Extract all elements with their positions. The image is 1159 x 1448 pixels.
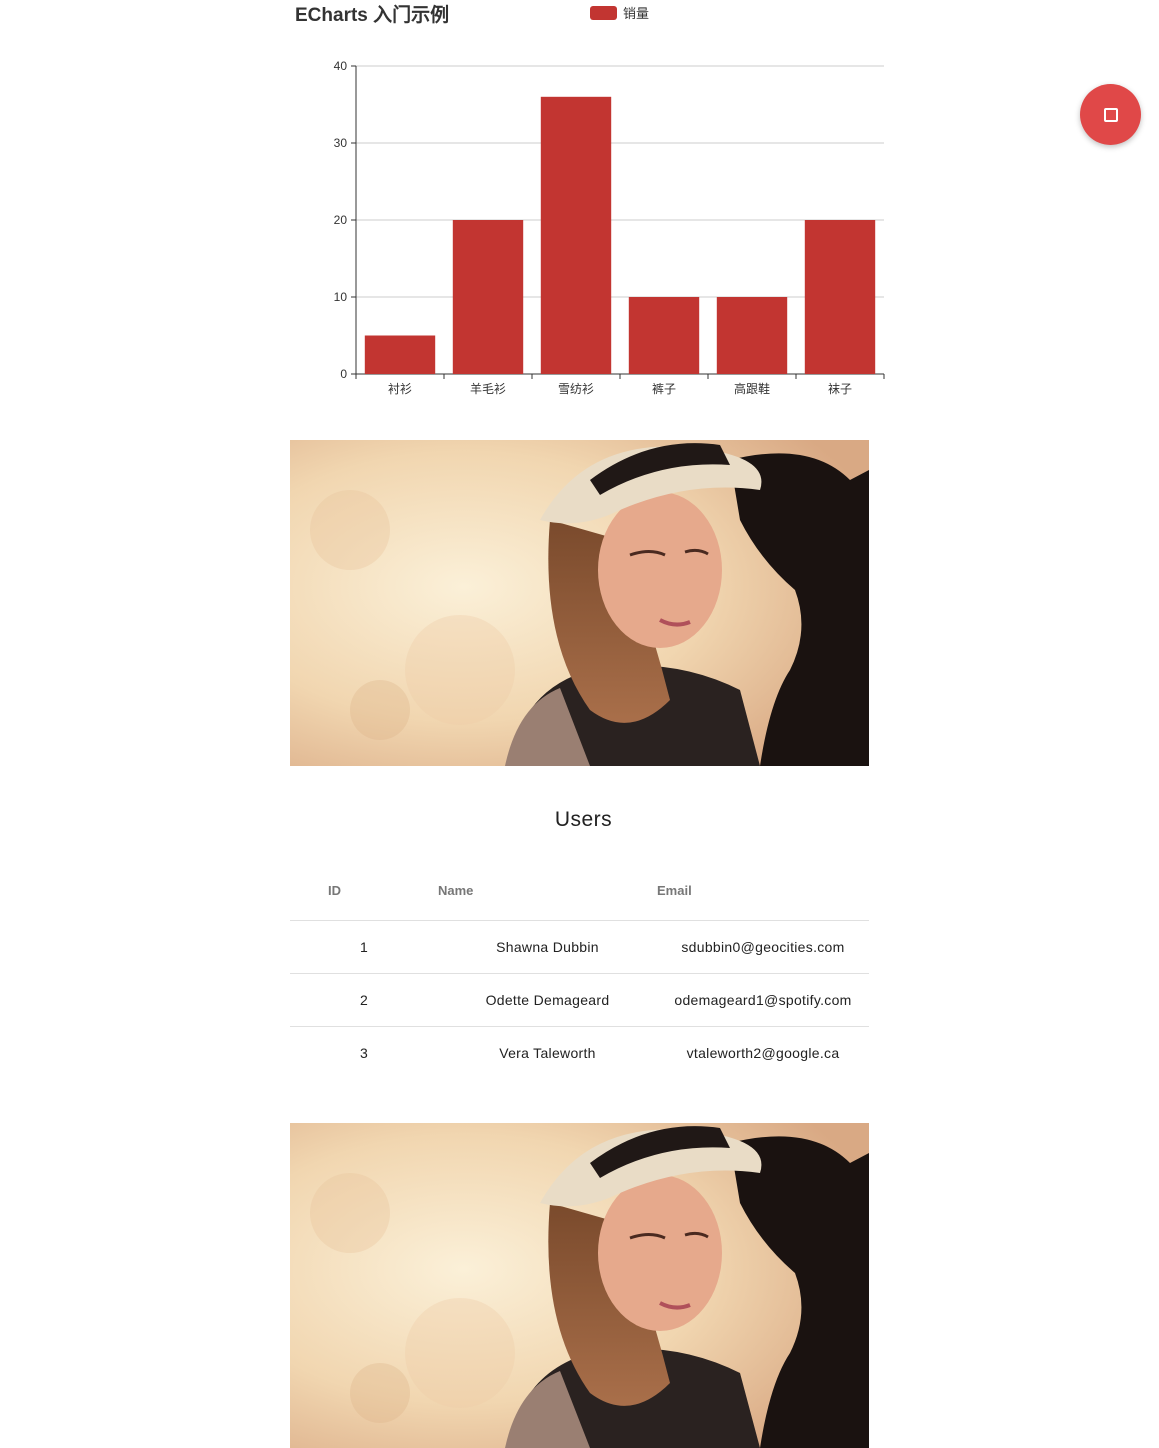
cell-name: Odette Demageard — [438, 973, 657, 1027]
chart-title: ECharts 入门示例 — [295, 3, 449, 26]
bar-chart: ECharts 入门示例 销量 0 10 20 30 40 衬衫 羊毛衫 雪纺衫 裤子 高跟鞋 袜子 — [290, 0, 890, 410]
y-tick-label: 30 — [334, 136, 348, 150]
cell-name: Shawna Dubbin — [438, 920, 657, 974]
portrait-photo — [290, 1123, 869, 1448]
y-tick-label: 20 — [334, 213, 348, 227]
cell-id: 2 — [290, 973, 438, 1027]
column-header-name: Name — [438, 860, 657, 921]
legend-label: 销量 — [623, 7, 649, 22]
x-tick-label: 衬衫 — [388, 382, 412, 396]
x-tick-label: 裤子 — [652, 382, 676, 396]
cell-id: 1 — [290, 920, 438, 974]
bar — [628, 297, 700, 374]
bar — [364, 335, 436, 374]
cell-email: sdubbin0@geocities.com — [657, 920, 869, 974]
bar — [540, 96, 612, 375]
legend-swatch — [590, 6, 617, 20]
bar — [804, 220, 876, 374]
table-header-row: ID Name Email — [290, 860, 869, 921]
x-tick-label: 袜子 — [828, 382, 852, 396]
users-table: ID Name Email 1 Shawna Dubbin sdubbin0@g… — [290, 860, 869, 1079]
portrait-photo — [290, 440, 869, 766]
x-tick-label: 羊毛衫 — [470, 381, 506, 396]
x-tick-label: 雪纺衫 — [558, 382, 594, 396]
x-tick-label: 高跟鞋 — [734, 381, 770, 396]
y-tick-label: 40 — [334, 59, 348, 73]
bar — [716, 297, 788, 374]
bar-chart-svg: ECharts 入门示例 销量 0 10 20 30 40 衬衫 羊毛衫 雪纺衫 裤子 高跟鞋 袜子 — [295, 3, 885, 396]
stop-button[interactable] — [1080, 84, 1141, 145]
stop-square-icon — [1103, 107, 1118, 122]
column-header-email: Email — [657, 860, 869, 921]
cell-email: vtaleworth2@google.ca — [686, 1045, 840, 1061]
table-row: 2 Odette Demageard odemageard1@spotify.c… — [290, 973, 869, 1027]
y-tick-label: 10 — [334, 290, 348, 304]
bar — [452, 220, 524, 374]
table-row: 3 Vera Taleworth vtaleworth2@google.ca — [290, 1027, 869, 1080]
cell-name: Vera Taleworth — [499, 1045, 596, 1061]
users-title: Users — [554, 808, 613, 831]
cell-email: odemageard1@spotify.com — [657, 973, 869, 1027]
y-tick-label: 0 — [340, 367, 347, 381]
cell-id: 3 — [359, 1045, 369, 1061]
table-row: 1 Shawna Dubbin sdubbin0@geocities.com — [290, 920, 869, 974]
column-header-id: ID — [290, 860, 438, 921]
